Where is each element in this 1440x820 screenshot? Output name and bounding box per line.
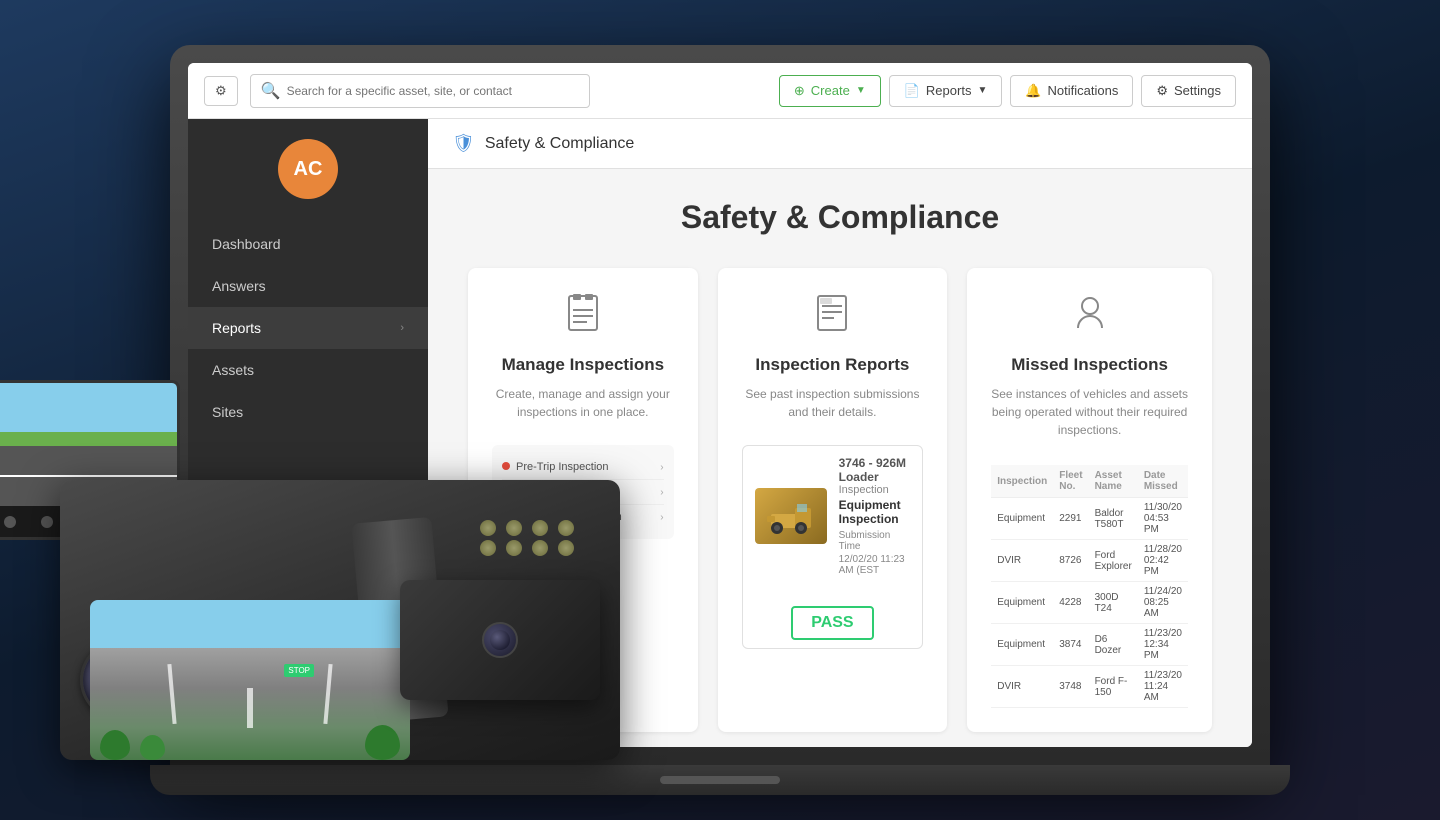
app-container: ⚙ 🔍 ⊕ Create ▼ (188, 63, 1252, 747)
reports-expand-icon: › (400, 322, 404, 334)
main-area: AC Dashboard Answers Reports (188, 119, 1252, 747)
manage-inspections-icon (563, 292, 603, 341)
sidebar-item-reports[interactable]: Reports › (188, 307, 428, 349)
shield-icon: 🛡 (452, 133, 475, 154)
inspection-reports-icon (812, 292, 852, 341)
inspection-preview: 3746 - 926M Loader Inspection Equipment … (742, 445, 924, 649)
notifications-bell-icon: 🔔 (1025, 83, 1041, 99)
sidebar-bottom: TENNA (188, 679, 428, 747)
missed-inspections-table: Inspection Fleet No. Asset Name Date Mis… (991, 465, 1188, 708)
table-row: DVIR 3748 Ford F-150 11/23/20 11:24 AM (991, 666, 1188, 708)
monitor-control-2 (41, 516, 53, 528)
table-row: Equipment 4228 300D T24 11/24/20 08:25 A… (991, 582, 1188, 624)
reports-button[interactable]: 📄 Reports ▼ (889, 75, 1003, 107)
manage-row-2: Post-Trip Inspection › (502, 480, 664, 505)
missed-inspections-desc: See instances of vehicles and assets bei… (991, 385, 1188, 439)
laptop-outer: ⚙ 🔍 ⊕ Create ▼ (170, 45, 1270, 765)
filter-button[interactable]: ⚙ (204, 76, 238, 106)
sidebar-nav: Dashboard Answers Reports › (188, 223, 428, 433)
page-body: Safety & Compliance (428, 169, 1252, 747)
sidebar: AC Dashboard Answers Reports (188, 119, 428, 747)
col-header-inspection: Inspection (991, 465, 1053, 498)
col-header-asset: Asset Name (1089, 465, 1138, 498)
laptop-wrapper: STOP ⚙ 🔍 (0, 0, 1440, 820)
tenna-logo: TENNA (212, 699, 404, 727)
status-dot-green (502, 512, 510, 520)
top-nav: ⚙ 🔍 ⊕ Create ▼ (188, 63, 1252, 119)
notifications-button[interactable]: 🔔 Notifications (1010, 75, 1133, 107)
monitor-control-3 (79, 516, 91, 528)
inspection-info: 3746 - 926M Loader Inspection Equipment … (839, 456, 911, 576)
inspection-reports-title: Inspection Reports (755, 355, 909, 375)
search-icon: 🔍 (261, 81, 281, 101)
table-row: DVIR 8726 Ford Explorer 11/28/20 02:42 P… (991, 540, 1188, 582)
manage-inspections-desc: Create, manage and assign your inspectio… (492, 385, 674, 421)
inspection-row: 3746 - 926M Loader Inspection Equipment … (743, 446, 923, 586)
cards-grid: Manage Inspections Create, manage and as… (468, 268, 1212, 747)
create-chevron-icon: ▼ (856, 85, 866, 96)
tenna-logo-icon (212, 699, 240, 727)
pass-badge: PASS (791, 606, 873, 640)
settings-button[interactable]: ⚙ Settings (1141, 75, 1236, 107)
sidebar-item-answers[interactable]: Answers (188, 265, 428, 307)
manage-inspections-title: Manage Inspections (502, 355, 664, 375)
inspection-reports-desc: See past inspection submissions and thei… (742, 385, 924, 421)
reports-chevron-icon: ▼ (977, 85, 987, 96)
col-header-date: Date Missed (1138, 465, 1188, 498)
table-row: Equipment 3874 D6 Dozer 11/23/20 12:34 P… (991, 624, 1188, 666)
table-row: Equipment 2291 Baldor T580T 11/30/20 04:… (991, 498, 1188, 540)
manage-row-1: Pre-Trip Inspection › (502, 455, 664, 480)
card-missed-inspections[interactable]: Missed Inspections See instances of vehi… (967, 268, 1212, 732)
page-header: 🛡 Safety & Compliance (428, 119, 1252, 169)
card-manage-inspections[interactable]: Manage Inspections Create, manage and as… (468, 268, 698, 732)
sidebar-item-assets[interactable]: Assets (188, 349, 428, 391)
create-button[interactable]: ⊕ Create ▼ (779, 75, 881, 107)
create-plus-icon: ⊕ (794, 83, 805, 99)
content-area: 🛡 Safety & Compliance Safety & Complianc… (428, 119, 1252, 747)
card-inspection-reports[interactable]: Inspection Reports See past inspection s… (718, 268, 948, 732)
manage-row-3: Equipment Inspection › (502, 505, 664, 529)
monitor-control-1 (4, 516, 16, 528)
settings-gear-icon: ⚙ (1156, 83, 1168, 99)
missed-inspections-icon (1070, 292, 1110, 341)
tenna-logo-text: TENNA (248, 704, 313, 722)
submission-label: Submission Time (839, 530, 911, 552)
sidebar-safety-section: Safety & Compliance › (188, 535, 428, 578)
sidebar-item-dashboard[interactable]: Dashboard (188, 223, 428, 265)
status-dot-orange (502, 487, 510, 495)
nav-right: ⊕ Create ▼ 📄 Reports ▼ 🔔 N (779, 75, 1236, 107)
submission-time: 12/02/20 11:23 AM (EST (839, 554, 911, 576)
avatar: AC (278, 139, 338, 199)
sidebar-item-safety-compliance[interactable]: Safety & Compliance › (188, 536, 428, 578)
inspection-asset-image (755, 488, 827, 544)
manage-preview: Pre-Trip Inspection › Post-Trip Inspecti… (492, 445, 674, 539)
laptop-base (150, 765, 1290, 795)
breadcrumb-title: Safety & Compliance (485, 135, 634, 153)
search-input[interactable] (287, 84, 579, 98)
page-title: Safety & Compliance (468, 199, 1212, 236)
laptop-screen: ⚙ 🔍 ⊕ Create ▼ (188, 63, 1252, 747)
missed-inspections-title: Missed Inspections (1011, 355, 1168, 375)
camera-lens-1 (80, 640, 160, 720)
filter-icon: ⚙ (215, 83, 227, 99)
status-dot-red (502, 462, 510, 470)
reports-doc-icon: 📄 (904, 83, 920, 99)
col-header-fleet: Fleet No. (1053, 465, 1088, 498)
safety-expand-icon: › (399, 549, 404, 565)
sidebar-item-sites[interactable]: Sites (188, 391, 428, 433)
search-bar[interactable]: 🔍 (250, 74, 590, 108)
